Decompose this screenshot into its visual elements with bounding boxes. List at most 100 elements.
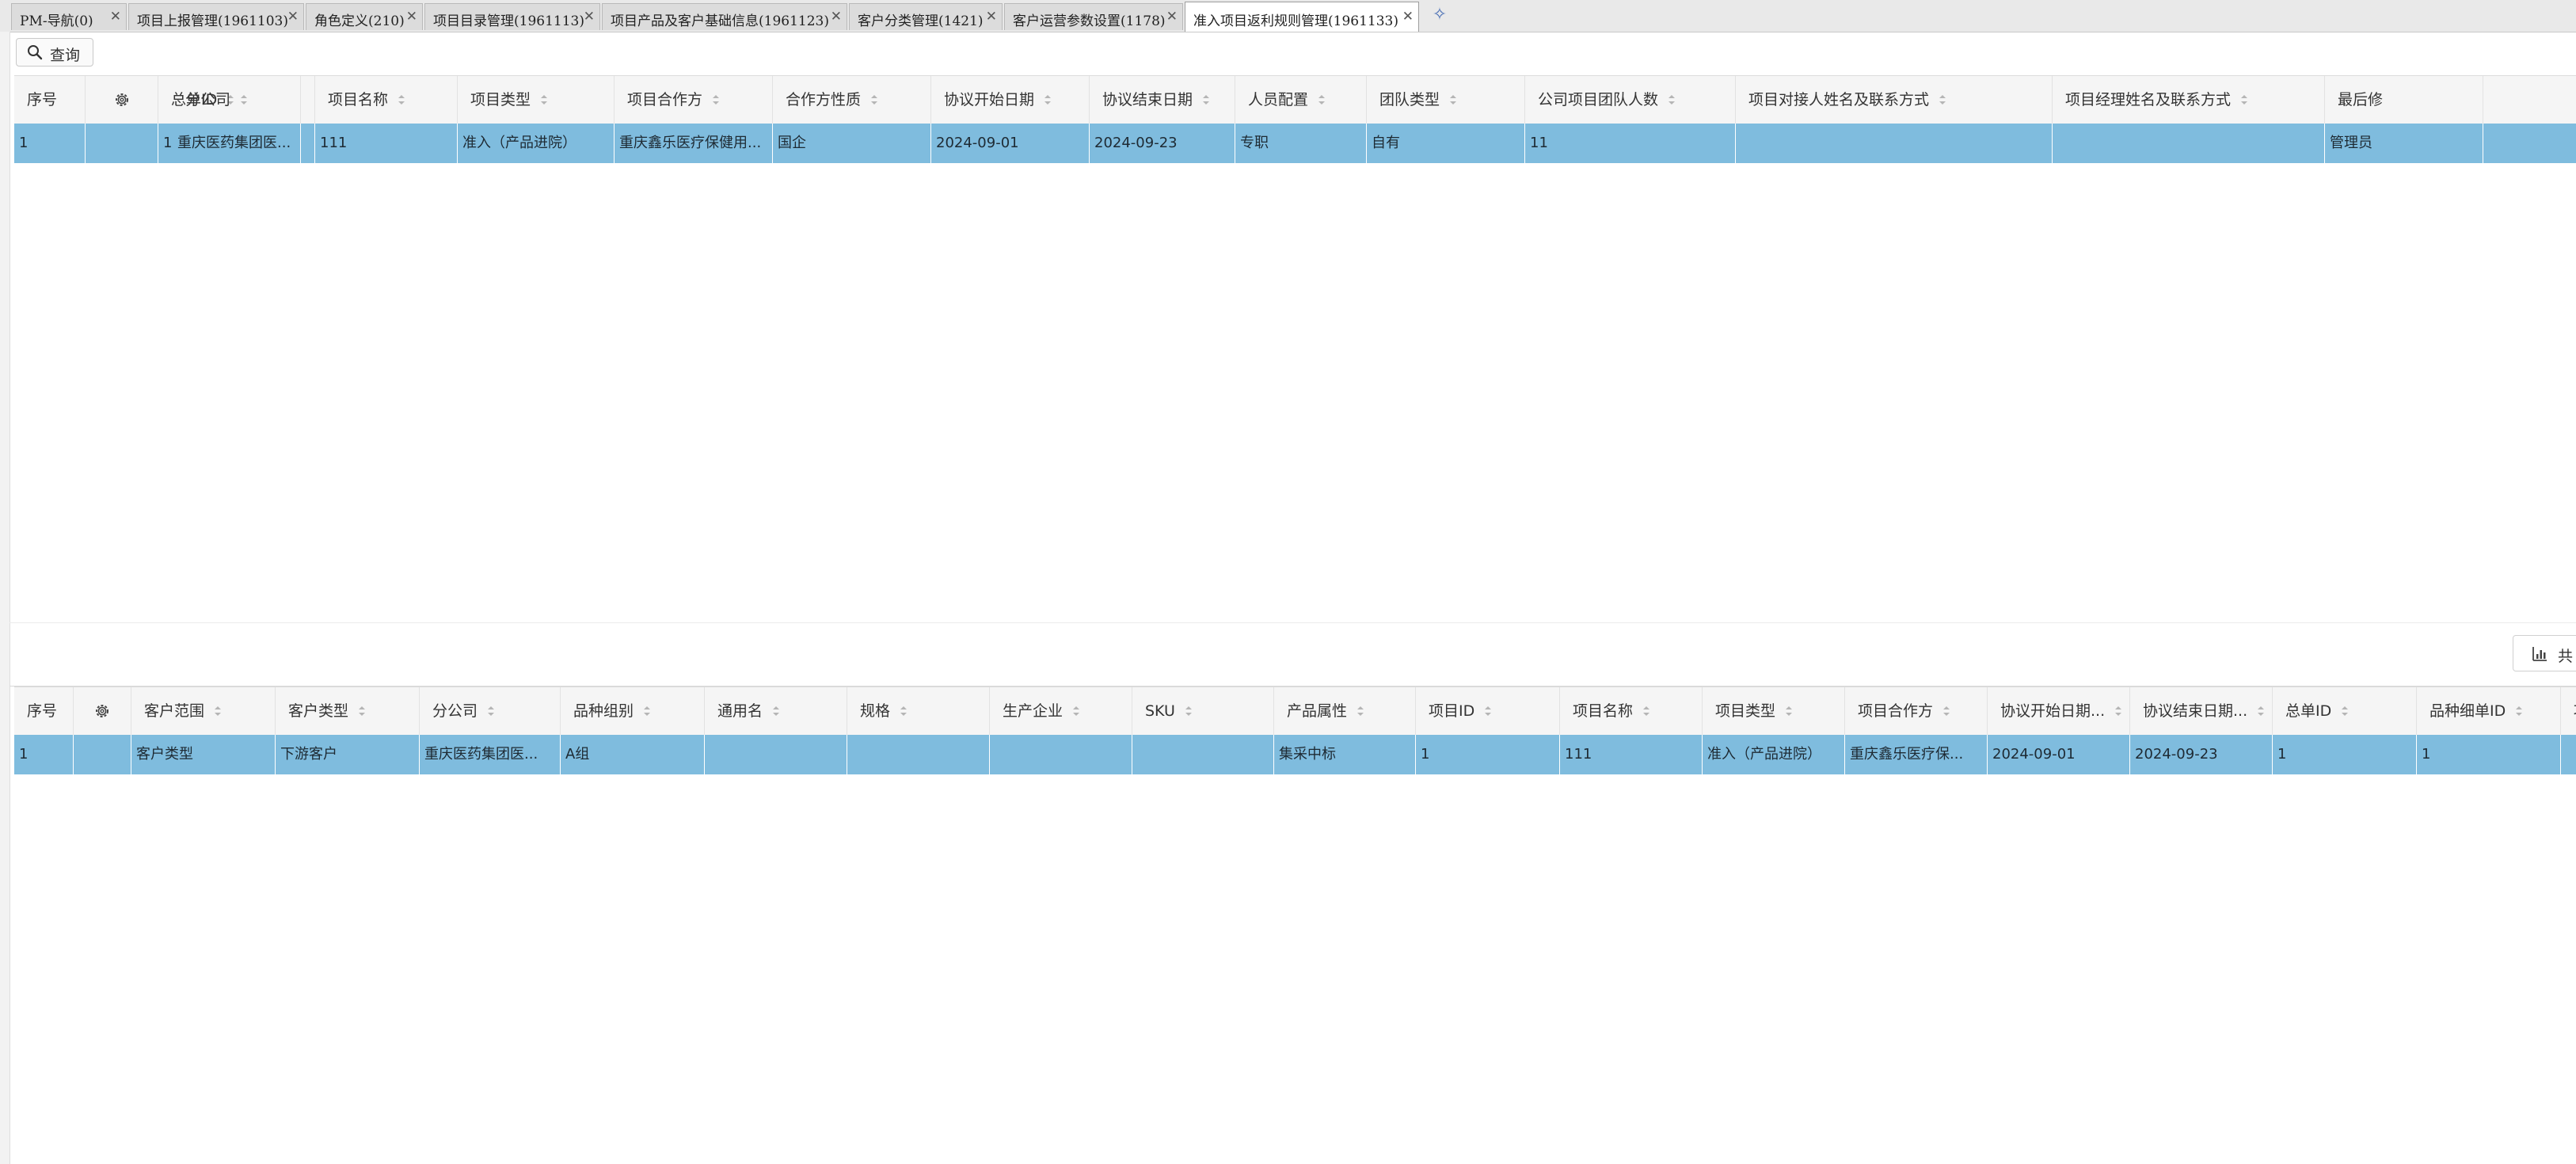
column-header[interactable]: 公司项目团队人数 (1525, 76, 1736, 124)
tab-project-product-customer[interactable]: 项目产品及客户基础信息(1961123) ✕ (602, 3, 847, 30)
column-header[interactable]: 项目名称 (315, 76, 458, 124)
table-cell[interactable]: 重庆鑫乐医疗保... (1845, 735, 1988, 774)
sort-icon[interactable] (398, 94, 405, 105)
column-header[interactable]: 序号 (14, 687, 74, 735)
column-header[interactable]: 协议结束日期... (2130, 687, 2273, 735)
column-header[interactable]: 项目经理姓名及联系方式 (2053, 76, 2325, 124)
sort-icon[interactable] (2240, 94, 2248, 105)
sort-icon[interactable] (1072, 706, 1080, 717)
column-header[interactable]: 项目合作方 (615, 76, 773, 124)
table-cell[interactable]: 2024-09-23 (2130, 735, 2273, 774)
column-header[interactable]: 团队类型 (1367, 76, 1525, 124)
table-cell[interactable]: 重庆鑫乐医疗保健用... (615, 124, 773, 163)
sort-icon[interactable] (540, 94, 548, 105)
column-header[interactable]: 协议结束日期 (1090, 76, 1235, 124)
gear-icon[interactable] (113, 91, 131, 108)
sort-icon[interactable] (2114, 706, 2122, 717)
table-cell[interactable]: 自有 (1367, 124, 1525, 163)
sort-icon[interactable] (1785, 706, 1793, 717)
column-header[interactable]: 品种细单ID (2417, 687, 2561, 735)
sort-icon[interactable] (358, 706, 366, 717)
table-cell[interactable] (86, 124, 158, 163)
tab-rebate-rules[interactable]: 准入项目返利规则管理(1961133) ✕ (1185, 2, 1419, 32)
column-header[interactable]: 项 (2561, 687, 2576, 735)
table-cell[interactable]: 1 (2273, 735, 2417, 774)
table-cell[interactable]: 管理员 (2325, 124, 2483, 163)
column-header[interactable]: 人员配置 (1235, 76, 1367, 124)
column-header[interactable]: 项目合作方 (1845, 687, 1988, 735)
table-cell[interactable]: 1 (14, 124, 86, 163)
sort-icon[interactable] (1484, 706, 1492, 717)
sort-icon[interactable] (643, 706, 651, 717)
table-cell[interactable] (1736, 124, 2053, 163)
table-cell[interactable] (990, 735, 1132, 774)
table-cell[interactable]: 2024-09-01 (931, 124, 1090, 163)
table-cell[interactable]: 11 (1525, 124, 1736, 163)
sort-icon[interactable] (2341, 706, 2349, 717)
close-icon[interactable]: ✕ (110, 9, 121, 25)
sort-icon[interactable] (772, 706, 780, 717)
column-header[interactable]: 客户类型 (276, 687, 420, 735)
column-settings[interactable] (86, 76, 158, 124)
column-header[interactable]: 项目ID (1416, 687, 1560, 735)
close-icon[interactable]: ✕ (287, 9, 299, 25)
close-icon[interactable]: ✕ (1402, 9, 1414, 25)
column-header[interactable]: 客户范围 (131, 687, 276, 735)
stats-button[interactable]: 共 (2513, 635, 2576, 671)
sort-icon[interactable] (1318, 94, 1326, 105)
table-cell[interactable]: 1 (2417, 735, 2561, 774)
column-header[interactable]: 项目对接人姓名及联系方式 (1736, 76, 2053, 124)
tab-pm-nav[interactable]: PM-导航(0) ✕ (11, 3, 127, 30)
sort-icon[interactable] (1939, 94, 1946, 105)
sort-icon[interactable] (240, 94, 248, 105)
tab-customer-ops-params[interactable]: 客户运营参数设置(1178) ✕ (1004, 3, 1183, 30)
table-row[interactable]: 1 1 重庆医药集团医... 111 准入（产品进院） 重庆鑫乐医疗保健用... 国企 202… (14, 124, 2576, 163)
sort-icon[interactable] (2515, 706, 2523, 717)
table-cell[interactable]: 集采中标 (1274, 735, 1416, 774)
table-cell[interactable] (2053, 124, 2325, 163)
close-icon[interactable]: ✕ (406, 9, 417, 25)
add-tab-icon[interactable]: ✧ (1430, 5, 1449, 27)
table-cell[interactable] (2561, 735, 2576, 774)
sort-icon[interactable] (2257, 706, 2265, 717)
table-cell[interactable]: 客户类型 (131, 735, 276, 774)
sort-icon[interactable] (1668, 94, 1676, 105)
sort-icon[interactable] (1449, 94, 1457, 105)
tab-customer-category[interactable]: 客户分类管理(1421) ✕ (849, 3, 1003, 30)
table-cell[interactable]: 重庆医药集团医... (173, 124, 315, 163)
tab-project-catalog[interactable]: 项目目录管理(1961113) ✕ (424, 3, 600, 30)
table-cell[interactable]: A组 (561, 735, 705, 774)
sort-icon[interactable] (870, 94, 878, 105)
close-icon[interactable]: ✕ (831, 9, 842, 25)
sort-icon[interactable] (1044, 94, 1052, 105)
column-header[interactable]: 协议开始日期... (1988, 687, 2130, 735)
tab-project-report[interactable]: 项目上报管理(1961103) ✕ (128, 3, 304, 30)
table-cell[interactable]: 1 (1416, 735, 1560, 774)
sort-icon[interactable] (214, 706, 222, 717)
sort-icon[interactable] (1202, 94, 1210, 105)
table-cell[interactable] (847, 735, 990, 774)
column-header[interactable]: 项目类型 (1703, 687, 1845, 735)
sort-icon[interactable] (1642, 706, 1650, 717)
gear-icon[interactable] (93, 702, 111, 720)
table-cell[interactable]: 重庆医药集团医... (420, 735, 561, 774)
column-header[interactable]: 通用名 (705, 687, 847, 735)
sort-icon[interactable] (1185, 706, 1193, 717)
query-button[interactable]: 查询 (16, 38, 93, 67)
table-cell[interactable] (705, 735, 847, 774)
column-header[interactable]: 合作方性质 (773, 76, 931, 124)
column-header[interactable]: 规格 (847, 687, 990, 735)
table-cell[interactable]: 1 (14, 735, 74, 774)
column-header[interactable]: 品种组别 (561, 687, 705, 735)
column-header[interactable]: 最后修 (2325, 76, 2483, 124)
table-row[interactable]: 1 客户类型 下游客户 重庆医药集团医... A组 集采中标 1 111 准入（产品进院） 重庆鑫… (14, 735, 2576, 774)
sort-icon[interactable] (487, 706, 495, 717)
column-header[interactable]: 项目类型 (458, 76, 615, 124)
close-icon[interactable]: ✕ (986, 9, 997, 25)
sort-icon[interactable] (712, 94, 720, 105)
sort-icon[interactable] (1942, 706, 1950, 717)
table-cell[interactable]: 准入（产品进院） (458, 124, 615, 163)
column-header[interactable]: 协议开始日期 (931, 76, 1090, 124)
table-cell[interactable] (1132, 735, 1274, 774)
column-header[interactable]: 分公司 (420, 687, 561, 735)
